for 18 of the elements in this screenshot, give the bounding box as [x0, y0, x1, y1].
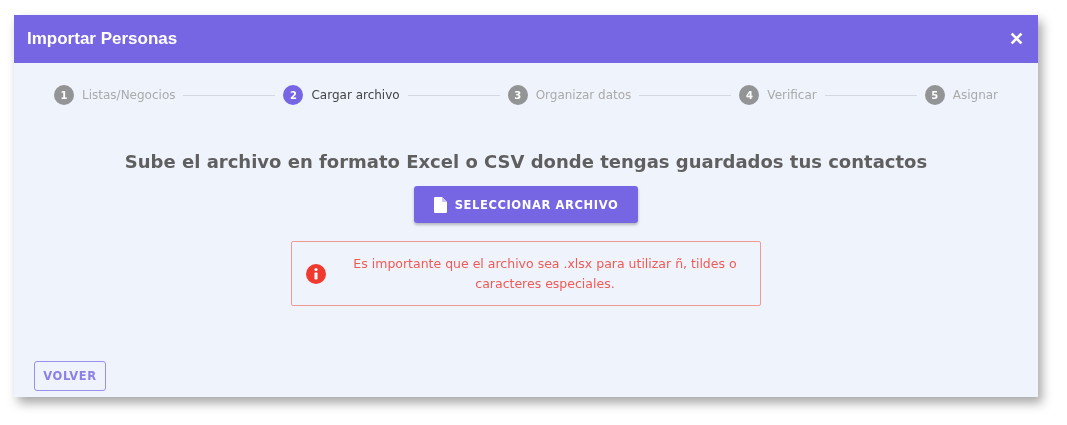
close-button[interactable]: ✕ [1009, 28, 1024, 50]
step-label: Asignar [952, 88, 999, 102]
step-number: 5 [924, 85, 945, 105]
select-file-button[interactable]: SELECCIONAR ARCHIVO [414, 186, 638, 223]
step-number: 3 [507, 85, 528, 105]
file-icon [433, 196, 447, 213]
step-label: Organizar datos [535, 88, 632, 102]
alert-message: Es importante que el archivo sea .xlsx para utilizar ñ, tildes o caracteres especiales. [352, 254, 738, 293]
step-number: 4 [739, 85, 760, 105]
dialog-title: Importar Personas [27, 29, 178, 49]
step-number: 2 [283, 85, 304, 105]
back-button[interactable]: VOLVER [34, 361, 106, 391]
info-icon [306, 263, 326, 284]
step-label: Listas/Negocios [82, 88, 176, 102]
step-label: Cargar archivo [311, 88, 400, 102]
step-label: Verificar [767, 88, 817, 102]
heading: Sube el archivo en formato Excel o CSV donde tengas guardados tus contactos [124, 151, 928, 172]
step-number: 1 [54, 85, 74, 105]
